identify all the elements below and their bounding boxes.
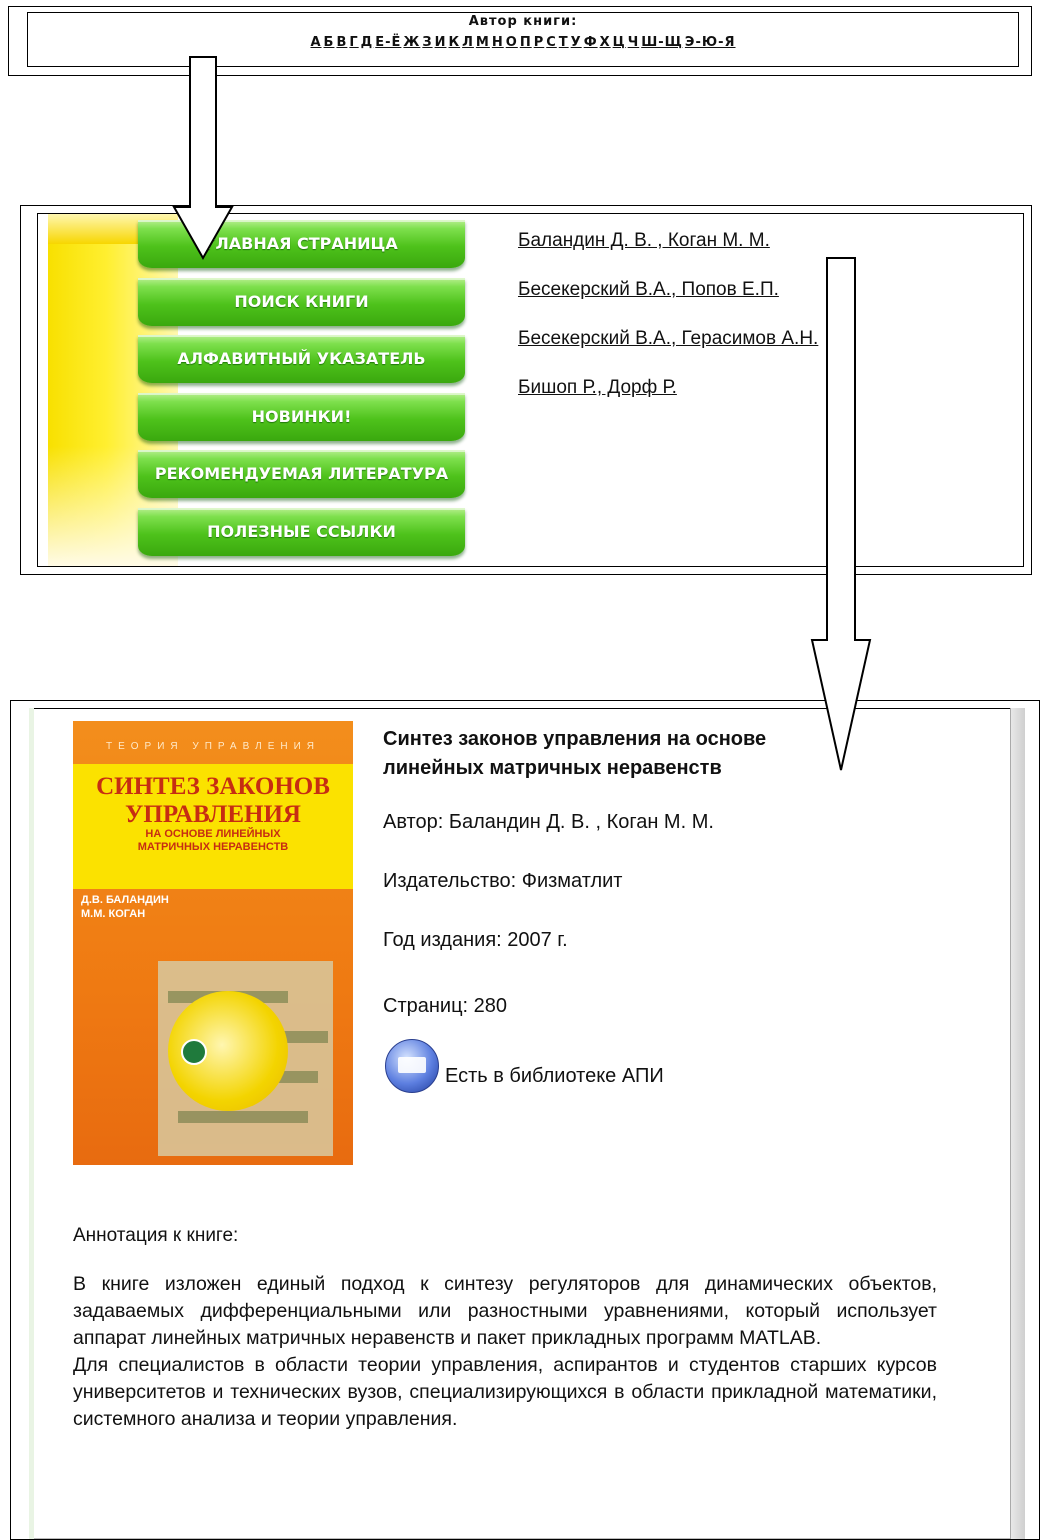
library-availability: Есть в библиотеке АПИ	[383, 1039, 843, 1099]
scrollbar[interactable]	[1010, 708, 1025, 1539]
menu-item-home[interactable]: ГЛАВНАЯ СТРАНИЦА	[138, 220, 465, 268]
alphabet-letter-link[interactable]: Ш-Щ	[641, 35, 683, 50]
cover-author: М.М. КОГАН	[81, 908, 146, 920]
alphabet-letter-link[interactable]: О	[506, 35, 518, 50]
alphabet-letter-link[interactable]: С	[546, 35, 557, 50]
alphabet-letter-link[interactable]: Т	[559, 35, 569, 50]
author-link[interactable]: Бишоп Р., Дорф Р.	[518, 375, 818, 400]
menu-item-new-arrivals[interactable]: НОВИНКИ!	[138, 392, 465, 441]
alphabet-letter-link[interactable]: А	[310, 35, 321, 50]
book-detail-panel: ТЕОРИЯ УПРАВЛЕНИЯ СИНТЕЗ ЗАКОНОВ УПРАВЛЕ…	[10, 700, 1040, 1540]
alphabet-letter-link[interactable]: П	[520, 35, 532, 50]
alphabet-letter-link[interactable]: Г	[349, 35, 358, 50]
author-link[interactable]: Баландин Д. В. , Коган М. М.	[518, 228, 818, 253]
cover-subtitle: НА ОСНОВЕ ЛИНЕЙНЫХ МАТРИЧНЫХ НЕРАВЕНСТВ	[73, 828, 353, 854]
cover-subtitle-line: НА ОСНОВЕ ЛИНЕЙНЫХ	[145, 828, 281, 840]
alphabet-letter-link[interactable]: З	[422, 35, 432, 50]
menu-item-recommended[interactable]: РЕКОМЕНДУЕМАЯ ЛИТЕРАТУРА	[138, 450, 465, 499]
author-link[interactable]: Бесекерский В.А., Герасимов А.Н.	[518, 326, 818, 351]
alphabet-letter-link[interactable]: И	[435, 35, 447, 50]
library-availability-text: Есть в библиотеке АПИ	[445, 1065, 664, 1087]
menu-item-alphabetical-index[interactable]: АЛФАВИТНЫЙ УКАЗАТЕЛЬ	[138, 335, 465, 384]
cover-series-text: ТЕОРИЯ УПРАВЛЕНИЯ	[105, 741, 321, 752]
alphabet-frame: Автор книги: А Б В Г Д Е-Ё Ж З И К Л М Н О П Р С Т У Ф Х Ц Ч Ш-…	[27, 12, 1019, 67]
book-year: Год издания: 2007 г.	[383, 929, 568, 951]
library-emblem-icon	[385, 1039, 439, 1093]
alphabet-letter-link[interactable]: В	[336, 35, 347, 50]
cover-author: Д.В. БАЛАНДИН	[81, 894, 169, 906]
alphabet-letter-link[interactable]: Е-Ё	[375, 35, 401, 50]
alphabet-letter-link[interactable]: Ж	[403, 35, 420, 50]
book-author: Автор: Баландин Д. В. , Коган М. М.	[383, 811, 714, 833]
alphabet-letter-link[interactable]: Л	[462, 35, 474, 50]
cover-title: СИНТЕЗ ЗАКОНОВ УПРАВЛЕНИЯ	[73, 773, 353, 829]
alphabet-title: Автор книги:	[468, 14, 578, 29]
annotation-paragraph: В книге изложен единый подход к синтезу …	[73, 1273, 937, 1349]
publisher-logo-icon	[181, 1039, 207, 1065]
alphabet-letter-link[interactable]: Д	[361, 35, 374, 50]
alphabet-letter-link[interactable]: Ц	[613, 35, 626, 50]
alphabet-letter-link[interactable]: Н	[492, 35, 504, 50]
book-cover-image: ТЕОРИЯ УПРАВЛЕНИЯ СИНТЕЗ ЗАКОНОВ УПРАВЛЕ…	[73, 721, 353, 1165]
menu-item-book-search[interactable]: ПОИСК КНИГИ	[138, 277, 465, 326]
cover-title-line: УПРАВЛЕНИЯ	[125, 801, 301, 828]
annotation-text: В книге изложен единый подход к синтезу …	[73, 1271, 937, 1433]
alphabet-letter-link[interactable]: У	[571, 35, 582, 50]
alphabet-letter-link[interactable]: Ч	[628, 35, 640, 50]
cover-art-band	[178, 1111, 308, 1123]
left-edge-decoration	[29, 708, 34, 1539]
book-info: Синтез законов управления на основе лине…	[383, 725, 843, 1099]
alphabet-letter-link[interactable]: Р	[534, 35, 545, 50]
menu-panel: ГЛАВНАЯ СТРАНИЦА ПОИСК КНИГИ АЛФАВИТНЫЙ …	[20, 205, 1032, 575]
book-title: Синтез законов управления на основе лине…	[383, 728, 767, 779]
alphabet-letter-link[interactable]: Х	[600, 35, 611, 50]
alphabet-letter-link[interactable]: К	[448, 35, 460, 50]
author-link[interactable]: Бесекерский В.А., Попов Е.П.	[518, 277, 818, 302]
alphabet-letter-link[interactable]: Э-Ю-Я	[685, 35, 736, 50]
alphabet-letter-link[interactable]: Ф	[584, 35, 598, 50]
annotation-label: Аннотация к книге:	[73, 1225, 239, 1246]
author-list: Баландин Д. В. , Коган М. М. Бесекерский…	[518, 228, 818, 424]
cover-authors: Д.В. БАЛАНДИН М.М. КОГАН	[81, 893, 169, 921]
cover-title-line: СИНТЕЗ ЗАКОНОВ	[96, 773, 330, 800]
annotation-paragraph: Для специалистов в области теории управл…	[73, 1354, 937, 1430]
menu-item-useful-links[interactable]: ПОЛЕЗНЫЕ ССЫЛКИ	[138, 507, 465, 556]
cover-subtitle-line: МАТРИЧНЫХ НЕРАВЕНСТВ	[137, 841, 289, 853]
alphabet-letter-link[interactable]: М	[476, 35, 490, 50]
alphabet-panel: Автор книги: А Б В Г Д Е-Ё Ж З И К Л М Н О П Р С Т У Ф Х Ц Ч Ш-…	[8, 6, 1032, 76]
main-menu: ГЛАВНАЯ СТРАНИЦА ПОИСК КНИГИ АЛФАВИТНЫЙ …	[138, 220, 465, 566]
alphabet-letter-row: А Б В Г Д Е-Ё Ж З И К Л М Н О П Р С Т У Ф Х Ц Ч Ш-Щ Э-Ю-Я	[28, 35, 1018, 50]
book-publisher: Издательство: Физматлит	[383, 870, 623, 892]
book-pages: Страниц: 280	[383, 995, 508, 1017]
alphabet-letter-link[interactable]: Б	[324, 35, 335, 50]
menu-frame: ГЛАВНАЯ СТРАНИЦА ПОИСК КНИГИ АЛФАВИТНЫЙ …	[37, 213, 1024, 567]
